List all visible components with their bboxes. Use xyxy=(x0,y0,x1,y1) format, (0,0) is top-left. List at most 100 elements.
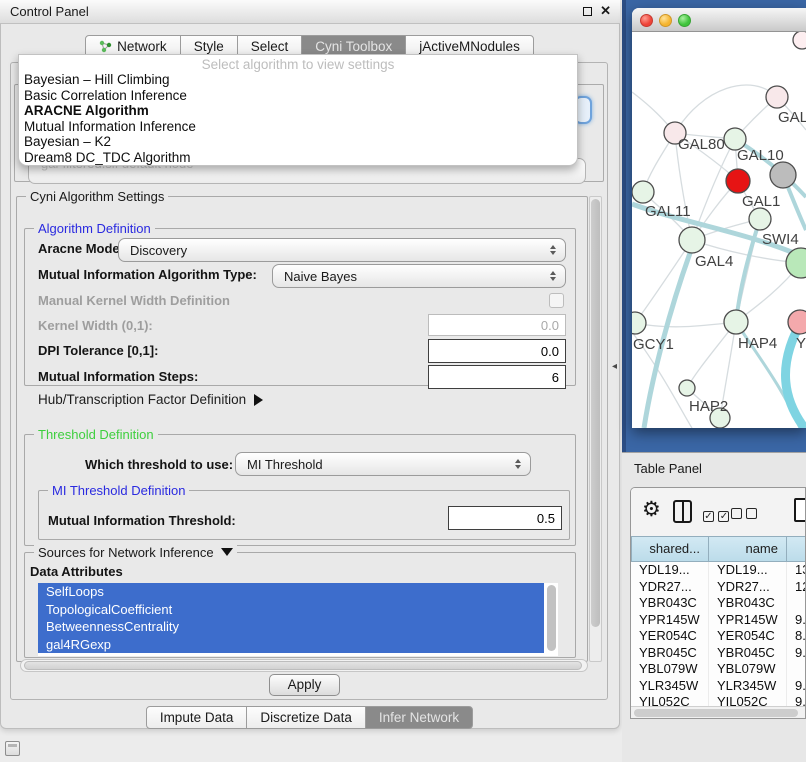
algorithm-item-aracne-algorithm[interactable]: ARACNE Algorithm xyxy=(19,103,577,119)
table-cell: 9. xyxy=(787,612,806,629)
float-window-icon[interactable] xyxy=(583,7,592,16)
table-cell: YPR145W xyxy=(709,612,787,629)
settings-scrollbar-thumb[interactable] xyxy=(591,199,600,627)
algorithm-item-bayesian-hill-climbing[interactable]: Bayesian – Hill Climbing xyxy=(19,72,577,88)
column-header-shared-[interactable]: shared... xyxy=(631,536,709,562)
tab-infer-network[interactable]: Infer Network xyxy=(365,706,473,729)
attribute-item-topologicalcoefficient[interactable]: TopologicalCoefficient xyxy=(38,601,544,619)
tab-impute-data[interactable]: Impute Data xyxy=(146,706,248,729)
settings-horizontal-scrollbar[interactable] xyxy=(20,659,588,672)
table-cell: YER054C xyxy=(709,628,787,645)
network-node[interactable] xyxy=(770,162,796,188)
splitter-collapse-icon[interactable]: ◂ xyxy=(612,361,617,372)
table-panel-title: Table Panel xyxy=(634,461,702,476)
node-label-gal80: GAL80 xyxy=(678,136,725,153)
network-icon xyxy=(99,40,112,53)
panel-title: Control Panel xyxy=(10,0,89,24)
mi-threshold-input[interactable] xyxy=(448,506,562,530)
select-all-icon[interactable]: ✓ ✓ xyxy=(703,506,729,524)
dpi-tolerance-input[interactable] xyxy=(428,339,566,363)
table-row[interactable]: YIL052CYIL052C9. xyxy=(631,694,806,706)
table-cell: YBR045C xyxy=(631,645,709,662)
settings-scrollbar[interactable] xyxy=(589,196,602,662)
table-row[interactable]: YPR145WYPR145W9. xyxy=(631,612,806,629)
apply-button[interactable]: Apply xyxy=(269,674,340,696)
table-panel-section: Table Panel ⚙ ✓ ✓ shared...nameA YDL19..… xyxy=(622,452,806,762)
combo-stepper-icon xyxy=(550,271,565,281)
mi-threshold-title: MI Threshold Definition xyxy=(48,483,189,498)
node-label-y: Y xyxy=(796,335,806,352)
table-row[interactable]: YDR27...YDR27...12 xyxy=(631,579,806,596)
algorithm-item-basic-correlation-inference[interactable]: Basic Correlation Inference xyxy=(19,88,577,104)
network-node[interactable] xyxy=(679,380,695,396)
attribute-item-gal4rgexp[interactable]: gal4RGexp xyxy=(38,636,544,654)
network-window-titlebar[interactable] xyxy=(632,8,806,32)
network-node[interactable] xyxy=(632,181,654,203)
table-cell: YIL052C xyxy=(709,694,787,706)
node-label-hap4: HAP4 xyxy=(738,335,777,352)
table-cell: 12 xyxy=(787,579,806,596)
algorithm-item-dream8-dc-tdc-algorithm[interactable]: Dream8 DC_TDC Algorithm xyxy=(19,150,577,166)
mi-type-combobox[interactable]: Naive Bayes xyxy=(272,264,566,288)
aracne-mode-combobox[interactable]: Discovery xyxy=(118,238,566,262)
table-row[interactable]: YBR045CYBR045C9. xyxy=(631,645,806,662)
hub-definition-expander[interactable]: Hub/Transcription Factor Definition xyxy=(38,392,263,407)
manual-kernel-checkbox[interactable] xyxy=(549,293,564,308)
mac-minimize-icon[interactable] xyxy=(659,14,672,27)
network-node[interactable] xyxy=(724,310,748,334)
node-label-gal1: GAL1 xyxy=(742,193,780,210)
network-node[interactable] xyxy=(749,208,771,230)
deselect-all-icon[interactable] xyxy=(731,506,757,524)
data-attributes-label: Data Attributes xyxy=(30,564,123,579)
network-node[interactable] xyxy=(726,169,750,193)
sources-title[interactable]: Sources for Network Inference xyxy=(34,545,237,560)
attribute-item-betweennesscentrality[interactable]: BetweennessCentrality xyxy=(38,618,544,636)
table-row[interactable]: YLR345WYLR345W9. xyxy=(631,678,806,695)
column-header-a[interactable]: A xyxy=(787,536,806,562)
algorithm-definition-title: Algorithm Definition xyxy=(34,221,155,236)
mi-type-label: Mutual Information Algorithm Type: xyxy=(38,267,257,282)
attribute-item-selfloops[interactable]: SelfLoops xyxy=(38,583,544,601)
table-row[interactable]: YDL19...YDL19...13 xyxy=(631,562,806,579)
network-edge xyxy=(635,240,692,323)
horizontal-scrollbar-thumb[interactable] xyxy=(24,661,582,670)
algorithm-item-bayesian-k2[interactable]: Bayesian – K2 xyxy=(19,134,577,150)
mi-steps-input[interactable] xyxy=(428,365,566,389)
table-cell xyxy=(787,595,806,612)
network-node[interactable] xyxy=(632,312,646,334)
gear-icon[interactable]: ⚙ xyxy=(642,497,661,522)
table-cell: 8. xyxy=(787,628,806,645)
network-node[interactable] xyxy=(766,86,788,108)
network-node[interactable] xyxy=(793,32,806,49)
table-cell: YDL19... xyxy=(631,562,709,579)
data-attributes-list[interactable]: SelfLoopsTopologicalCoefficientBetweenne… xyxy=(38,583,558,656)
network-node[interactable] xyxy=(679,227,705,253)
mac-zoom-icon[interactable] xyxy=(678,14,691,27)
network-canvas[interactable]: GALGAL80GAL10GAL1GAL11SWI4GAL4GCY1HAP4YH… xyxy=(632,32,806,428)
threshold-combobox[interactable]: MI Threshold xyxy=(235,452,531,476)
kernel-width-input[interactable] xyxy=(428,314,566,336)
table-row[interactable]: YBL079WYBL079W xyxy=(631,661,806,678)
table-header-row: shared...nameA xyxy=(631,536,806,562)
table-row[interactable]: YBR043CYBR043C xyxy=(631,595,806,612)
network-node[interactable] xyxy=(788,310,806,334)
mi-steps-label: Mutual Information Steps: xyxy=(38,369,198,384)
export-table-icon[interactable] xyxy=(794,498,806,522)
network-window: GALGAL80GAL10GAL1GAL11SWI4GAL4GCY1HAP4YH… xyxy=(632,8,806,428)
table-cell: YER054C xyxy=(631,628,709,645)
algorithm-item-mutual-information-inference[interactable]: Mutual Information Inference xyxy=(19,119,577,135)
column-header-name[interactable]: name xyxy=(709,536,787,562)
columns-icon[interactable] xyxy=(673,500,692,523)
network-edge xyxy=(635,322,736,327)
mac-close-icon[interactable] xyxy=(640,14,653,27)
dock-panel-icon[interactable] xyxy=(5,741,20,756)
table-cell: 9. xyxy=(787,678,806,695)
attributes-scrollbar-thumb[interactable] xyxy=(547,585,556,651)
table-row[interactable]: YER054CYER054C8. xyxy=(631,628,806,645)
tab-discretize-data[interactable]: Discretize Data xyxy=(246,706,366,729)
mi-threshold-label: Mutual Information Threshold: xyxy=(48,513,236,528)
close-icon[interactable]: ✕ xyxy=(600,3,611,19)
table-scrollbar-thumb[interactable] xyxy=(634,709,798,717)
table-cell: YIL052C xyxy=(631,694,709,706)
table-horizontal-scrollbar[interactable] xyxy=(631,706,806,719)
